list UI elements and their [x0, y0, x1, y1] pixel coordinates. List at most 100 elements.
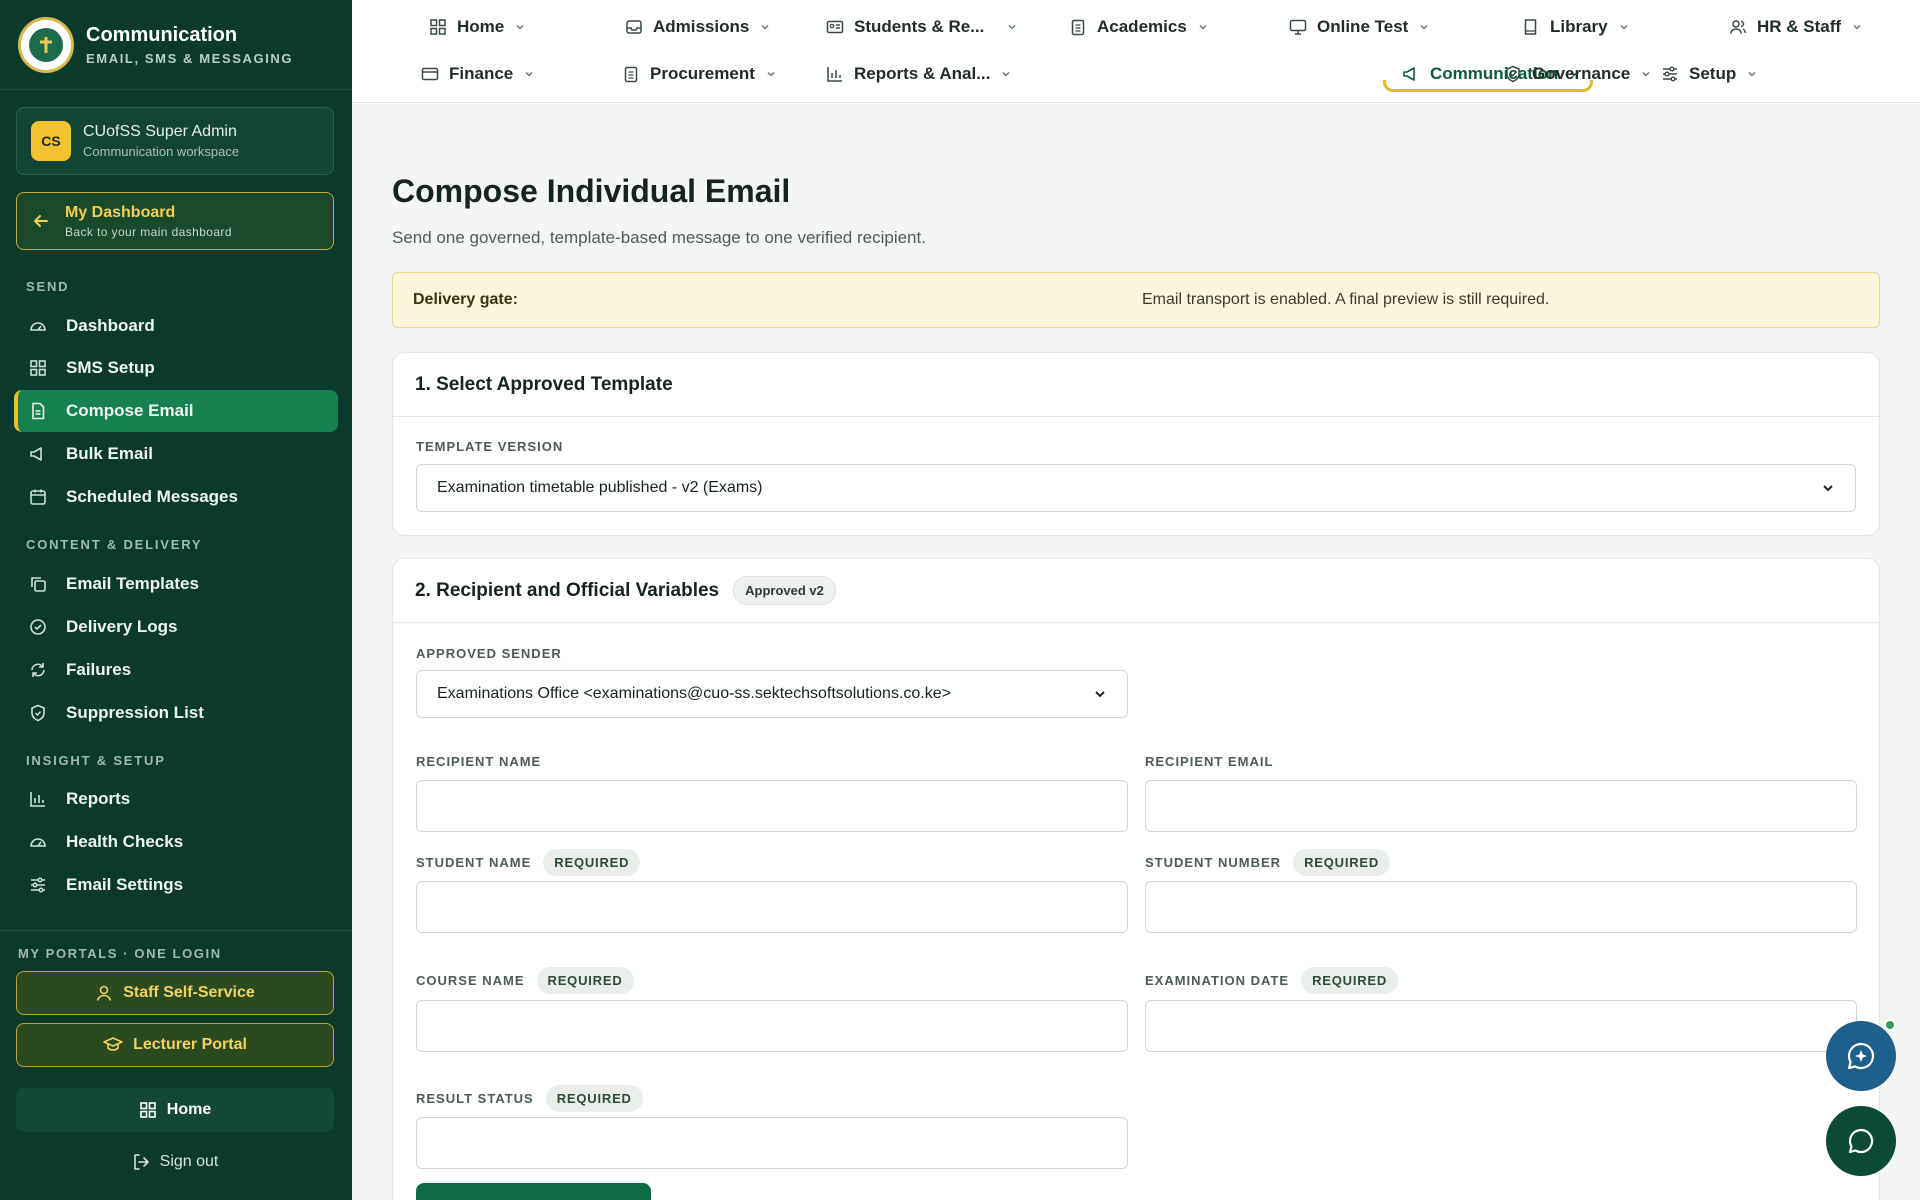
sidebar-item-delivery-logs[interactable]: Delivery Logs	[14, 606, 338, 648]
chevron-down-icon	[1640, 68, 1652, 80]
topnav-hr-staff[interactable]: HR & Staff	[1729, 9, 1863, 45]
result-status-input[interactable]	[416, 1117, 1128, 1169]
megaphone-icon	[28, 444, 48, 464]
examination-date-input[interactable]	[1145, 1000, 1857, 1052]
lecturer-portal-label: Lecturer Portal	[133, 1036, 247, 1053]
my-dashboard-link[interactable]: My Dashboard Back to your main dashboard	[16, 192, 334, 250]
logout-icon	[132, 1153, 150, 1171]
topnav-academics[interactable]: Academics	[1069, 9, 1209, 45]
arrow-left-icon	[31, 211, 51, 231]
sidebar-item-label: Failures	[66, 660, 132, 679]
gauge-icon	[28, 316, 48, 336]
sign-out-button[interactable]: Sign out	[16, 1142, 334, 1182]
topnav-label: HR & Staff	[1757, 17, 1842, 36]
topnav-procurement[interactable]: Procurement	[622, 56, 777, 92]
sliders-icon	[28, 875, 48, 895]
recipient-name-label: RECIPIENT NAME	[416, 754, 542, 769]
clipboard-icon	[1069, 18, 1087, 36]
required-tag: REQUIRED	[1293, 849, 1391, 876]
gauge-icon	[28, 832, 48, 852]
sidebar-item-dashboard[interactable]: Dashboard	[14, 305, 338, 347]
chevron-down-icon	[1851, 21, 1863, 33]
chat-button[interactable]	[1826, 1106, 1896, 1176]
lecturer-portal-button[interactable]: Lecturer Portal	[16, 1023, 334, 1067]
chevron-down-icon	[1197, 21, 1209, 33]
chevron-down-icon	[1006, 21, 1018, 33]
sidebar-item-label: Reports	[66, 789, 131, 808]
student-number-label-text: STUDENT NUMBER	[1145, 855, 1282, 870]
topnav-governance[interactable]: Governance	[1504, 56, 1652, 92]
chevron-down-icon	[1746, 68, 1758, 80]
chevron-down-icon	[514, 21, 526, 33]
recipient-variables-card: 2. Recipient and Official Variables Appr…	[392, 558, 1880, 1200]
my-dashboard-title: My Dashboard	[65, 203, 176, 221]
sidebar-item-label: Email Templates	[66, 574, 199, 593]
sidebar-item-email-templates[interactable]: Email Templates	[14, 563, 338, 605]
sidebar-item-email-settings[interactable]: Email Settings	[14, 864, 338, 906]
refresh-icon	[28, 660, 48, 680]
sidebar-item-reports[interactable]: Reports	[14, 778, 338, 820]
sparkle-chat-icon	[1845, 1040, 1877, 1072]
sidebar-item-failures[interactable]: Failures	[14, 649, 338, 691]
required-tag: REQUIRED	[545, 1085, 643, 1112]
sidebar-item-sms-setup[interactable]: SMS Setup	[14, 347, 338, 389]
template-version-select[interactable]: Examination timetable published - v2 (Ex…	[416, 464, 1856, 512]
sidebar-item-label: Email Settings	[66, 875, 184, 894]
staff-self-service-label: Staff Self-Service	[123, 984, 255, 1001]
portals-label: MY PORTALS · ONE LOGIN	[18, 946, 222, 961]
topnav-setup[interactable]: Setup	[1661, 56, 1758, 92]
shield-check-icon	[1504, 65, 1522, 83]
approved-sender-select[interactable]: Examinations Office <examinations@cuo-ss…	[416, 670, 1128, 718]
topnav-label: Academics	[1097, 17, 1187, 36]
examination-date-label: EXAMINATION DATE REQUIRED	[1145, 967, 1399, 994]
delivery-gate-label: Delivery gate:	[413, 291, 518, 308]
ai-assistant-button[interactable]	[1826, 1021, 1896, 1091]
topnav-home[interactable]: Home	[429, 9, 526, 45]
sidebar-item-health-checks[interactable]: Health Checks	[14, 821, 338, 863]
topnav-students-records[interactable]: Students & Re...	[826, 9, 1018, 45]
users-icon	[1729, 18, 1747, 36]
topnav-label: Students & Re...	[854, 17, 985, 36]
course-name-input[interactable]	[416, 1000, 1128, 1052]
recipient-email-input[interactable]	[1145, 780, 1857, 832]
id-card-icon	[826, 18, 844, 36]
topnav-label: Reports & Anal...	[854, 64, 991, 83]
chevron-down-icon	[1821, 481, 1835, 495]
sidebar-item-scheduled-messages[interactable]: Scheduled Messages	[14, 476, 338, 518]
topnav-finance[interactable]: Finance	[421, 56, 535, 92]
top-navigation: Home Admissions Students & Re... Academi…	[352, 0, 1920, 103]
template-version-label: TEMPLATE VERSION	[416, 439, 564, 454]
delivery-gate-text: Email transport is enabled. A final prev…	[1142, 291, 1550, 308]
grid-icon	[429, 18, 447, 36]
topnav-label: Library	[1550, 17, 1608, 36]
topnav-admissions[interactable]: Admissions	[625, 9, 771, 45]
template-version-value: Examination timetable published - v2 (Ex…	[437, 479, 763, 496]
sidebar-item-bulk-email[interactable]: Bulk Email	[14, 433, 338, 475]
sidebar-home-button[interactable]: Home	[16, 1088, 334, 1132]
topnav-reports-analytics[interactable]: Reports & Anal...	[826, 56, 1012, 92]
student-name-input[interactable]	[416, 881, 1128, 933]
sidebar-item-compose-email[interactable]: Compose Email	[14, 390, 338, 432]
sidebar-item-suppression-list[interactable]: Suppression List	[14, 692, 338, 734]
approved-sender-label: APPROVED SENDER	[416, 646, 562, 661]
sidebar-item-label: Bulk Email	[66, 444, 153, 463]
recipient-name-input[interactable]	[416, 780, 1128, 832]
topnav-online-test[interactable]: Online Test	[1289, 9, 1430, 45]
topnav-label: Admissions	[653, 17, 750, 36]
preview-email-button[interactable]	[416, 1183, 651, 1200]
section-label-insight-setup: INSIGHT & SETUP	[26, 753, 166, 768]
student-number-input[interactable]	[1145, 881, 1857, 933]
student-name-label: STUDENT NAME REQUIRED	[416, 849, 641, 876]
topnav-library[interactable]: Library	[1522, 9, 1630, 45]
examination-date-label-text: EXAMINATION DATE	[1145, 973, 1290, 988]
topnav-label: Procurement	[650, 64, 755, 83]
page-title: Compose Individual Email	[392, 173, 791, 209]
university-logo	[18, 16, 74, 73]
wallet-icon	[421, 65, 439, 83]
inbox-icon	[625, 18, 643, 36]
staff-self-service-button[interactable]: Staff Self-Service	[16, 971, 334, 1015]
chevron-down-icon	[1418, 21, 1430, 33]
required-tag: REQUIRED	[536, 967, 634, 994]
chevron-down-icon	[1618, 21, 1630, 33]
select-template-card: 1. Select Approved Template TEMPLATE VER…	[392, 352, 1880, 536]
